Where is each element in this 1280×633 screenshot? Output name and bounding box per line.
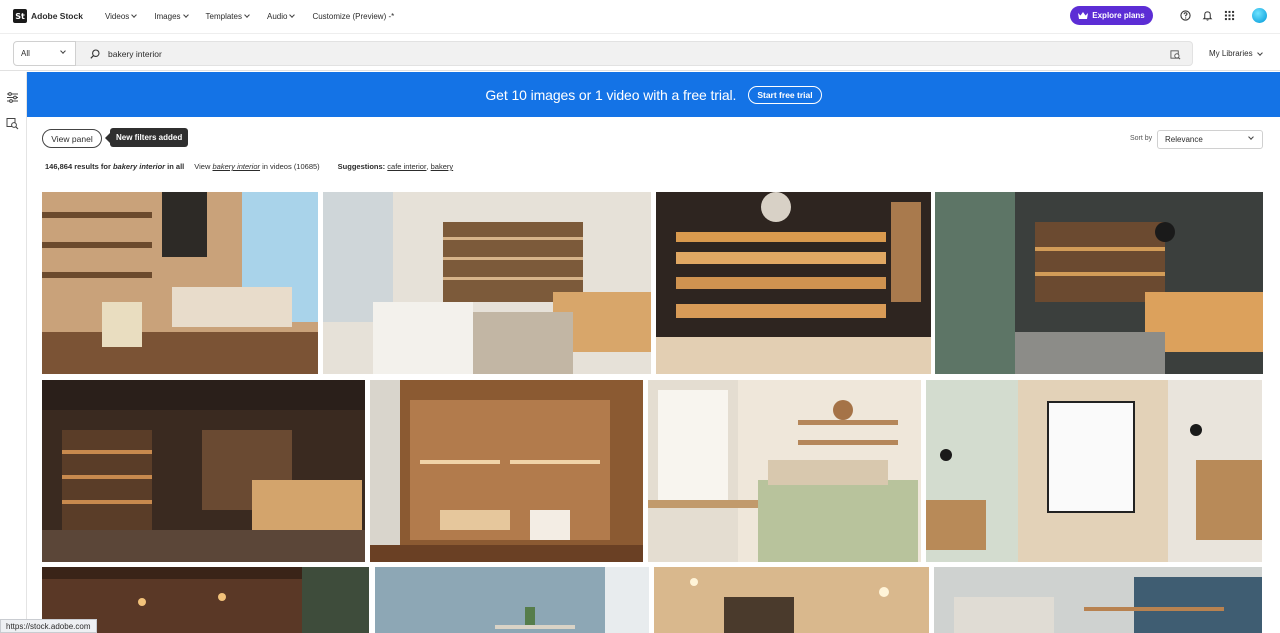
video-count: (10685): [293, 162, 320, 171]
chevron-down-icon: [244, 12, 250, 18]
video-suffix: in videos: [262, 162, 292, 171]
my-libraries-label: My Libraries: [1209, 49, 1253, 58]
adobe-stock-logo[interactable]: St Adobe Stock: [13, 9, 83, 23]
asset-type-select[interactable]: All: [13, 41, 76, 66]
notification-bell-icon[interactable]: [1202, 10, 1213, 21]
start-free-trial-button[interactable]: Start free trial: [748, 85, 822, 104]
visual-search-sidebar-icon[interactable]: [6, 117, 19, 130]
nav-images-label: Images: [154, 11, 181, 21]
results-query: bakery interior: [112, 162, 166, 171]
chevron-down-icon: [182, 12, 189, 18]
video-results-link[interactable]: bakery interior: [212, 162, 260, 171]
view-panel-button[interactable]: View panel: [42, 129, 102, 148]
my-libraries-button[interactable]: My Libraries: [1209, 49, 1263, 58]
logo-mark: St: [13, 9, 27, 23]
chevron-down-icon: [289, 12, 296, 18]
search-input[interactable]: [108, 48, 1008, 59]
result-image[interactable]: [370, 380, 643, 562]
results-scope: in all: [167, 162, 185, 171]
crown-icon: [1078, 12, 1089, 19]
filter-sliders-icon[interactable]: [6, 91, 19, 104]
explore-plans-button[interactable]: Explore plans: [1070, 6, 1153, 25]
suggestions-label: Suggestions:: [337, 162, 386, 171]
results-count: 146,864 results for: [45, 162, 111, 171]
nav-videos-label: Videos: [104, 11, 130, 21]
chevron-down-icon: [1256, 49, 1263, 56]
nav-audio-label: Audio: [266, 11, 288, 21]
nav-templates-label: Templates: [205, 11, 242, 21]
result-image[interactable]: [654, 567, 929, 633]
banner-text: Get 10 images or 1 video with a free tri…: [485, 86, 737, 103]
result-image[interactable]: [656, 192, 931, 374]
new-filters-tooltip: New filters added: [104, 128, 189, 147]
result-image[interactable]: [323, 192, 651, 374]
results-summary: 146,864 results for bakery interior in a…: [45, 162, 454, 171]
suggestion-link[interactable]: cafe interior: [387, 162, 426, 171]
result-image[interactable]: [926, 380, 1262, 562]
search-icon: [90, 48, 100, 59]
result-image[interactable]: [935, 192, 1263, 374]
asset-type-value: All: [21, 49, 30, 58]
result-image[interactable]: [42, 192, 318, 374]
sort-value: Relevance: [1165, 135, 1203, 144]
free-trial-banner: Get 10 images or 1 video with a free tri…: [27, 72, 1280, 117]
nav-videos[interactable]: Videos: [104, 11, 138, 21]
chevron-down-icon: [1248, 134, 1254, 140]
result-image[interactable]: [934, 567, 1262, 633]
user-avatar[interactable]: [1252, 8, 1267, 23]
chevron-down-icon: [131, 12, 138, 18]
status-url: https://stock.adobe.com: [0, 619, 97, 633]
nav-links: Videos Images Templates Audio Customize …: [105, 12, 412, 21]
visual-search-icon[interactable]: [1170, 49, 1181, 60]
suggestion-link[interactable]: bakery: [431, 162, 454, 171]
nav-customize[interactable]: Customize (Preview) -*: [312, 12, 394, 21]
apps-grid-icon[interactable]: [1224, 10, 1235, 21]
chevron-down-icon: [60, 48, 66, 54]
sort-by-label: Sort by: [1130, 135, 1153, 142]
sort-select[interactable]: Relevance: [1157, 130, 1263, 149]
nav-images[interactable]: Images: [154, 11, 189, 21]
top-navigation: St Adobe Stock Videos Images Templates A…: [0, 0, 1280, 32]
help-icon[interactable]: [1180, 10, 1191, 21]
result-image[interactable]: [42, 380, 365, 562]
explore-plans-label: Explore plans: [1092, 11, 1145, 20]
nav-templates[interactable]: Templates: [205, 11, 250, 21]
result-image[interactable]: [648, 380, 921, 562]
nav-customize-label: Customize (Preview) -*: [312, 11, 395, 21]
view-prefix: View: [194, 162, 211, 171]
search-row: All My Libraries: [0, 33, 1280, 71]
left-sidebar: [0, 72, 27, 633]
result-image[interactable]: [375, 567, 649, 633]
search-box: [76, 41, 1193, 66]
logo-text: Adobe Stock: [31, 11, 83, 21]
nav-audio[interactable]: Audio: [266, 11, 296, 21]
